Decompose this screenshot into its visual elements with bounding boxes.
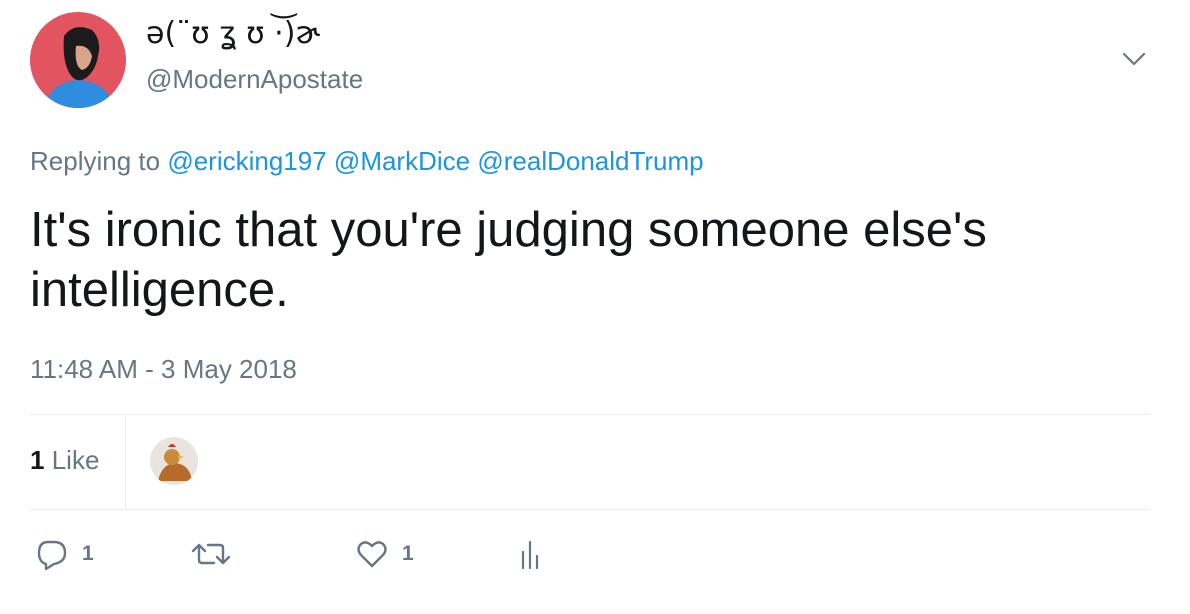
like-button[interactable]: 1 bbox=[356, 534, 414, 574]
user-handle[interactable]: @ModernApostate bbox=[146, 64, 363, 95]
likes-count[interactable]: 1 Like bbox=[30, 445, 99, 476]
retweet-icon bbox=[190, 538, 232, 570]
avatar[interactable] bbox=[30, 12, 126, 108]
mention-link[interactable]: @ericking197 bbox=[167, 146, 326, 176]
like-count: 1 bbox=[402, 542, 414, 565]
tweet-text: It's ironic that you're judging someone … bbox=[30, 203, 987, 317]
mention-link[interactable]: @MarkDice bbox=[334, 146, 470, 176]
analytics-button[interactable] bbox=[518, 534, 544, 574]
replying-to-label: Replying to bbox=[30, 146, 161, 176]
retweet-button[interactable] bbox=[190, 534, 232, 574]
replying-to: Replying to @ericking197 @MarkDice @real… bbox=[30, 146, 704, 177]
likes-count-label: Like bbox=[51, 445, 100, 475]
chevron-down-icon[interactable] bbox=[1120, 48, 1148, 70]
analytics-icon bbox=[518, 538, 544, 570]
reply-button[interactable]: 1 bbox=[36, 534, 94, 574]
heart-icon bbox=[356, 538, 388, 570]
likes-count-number: 1 bbox=[30, 445, 45, 475]
reply-icon bbox=[36, 538, 68, 570]
display-name[interactable]: ə(¨ʊ ʓ ʊ ·͝)ɚ bbox=[146, 14, 320, 54]
mention-link[interactable]: @realDonaldTrump bbox=[477, 146, 703, 176]
liker-avatar[interactable] bbox=[150, 437, 198, 485]
divider bbox=[30, 414, 1150, 415]
divider bbox=[125, 416, 126, 508]
reply-count: 1 bbox=[82, 542, 94, 565]
divider bbox=[30, 509, 1150, 510]
tweet-timestamp[interactable]: 11:48 AM - 3 May 2018 bbox=[30, 354, 297, 385]
